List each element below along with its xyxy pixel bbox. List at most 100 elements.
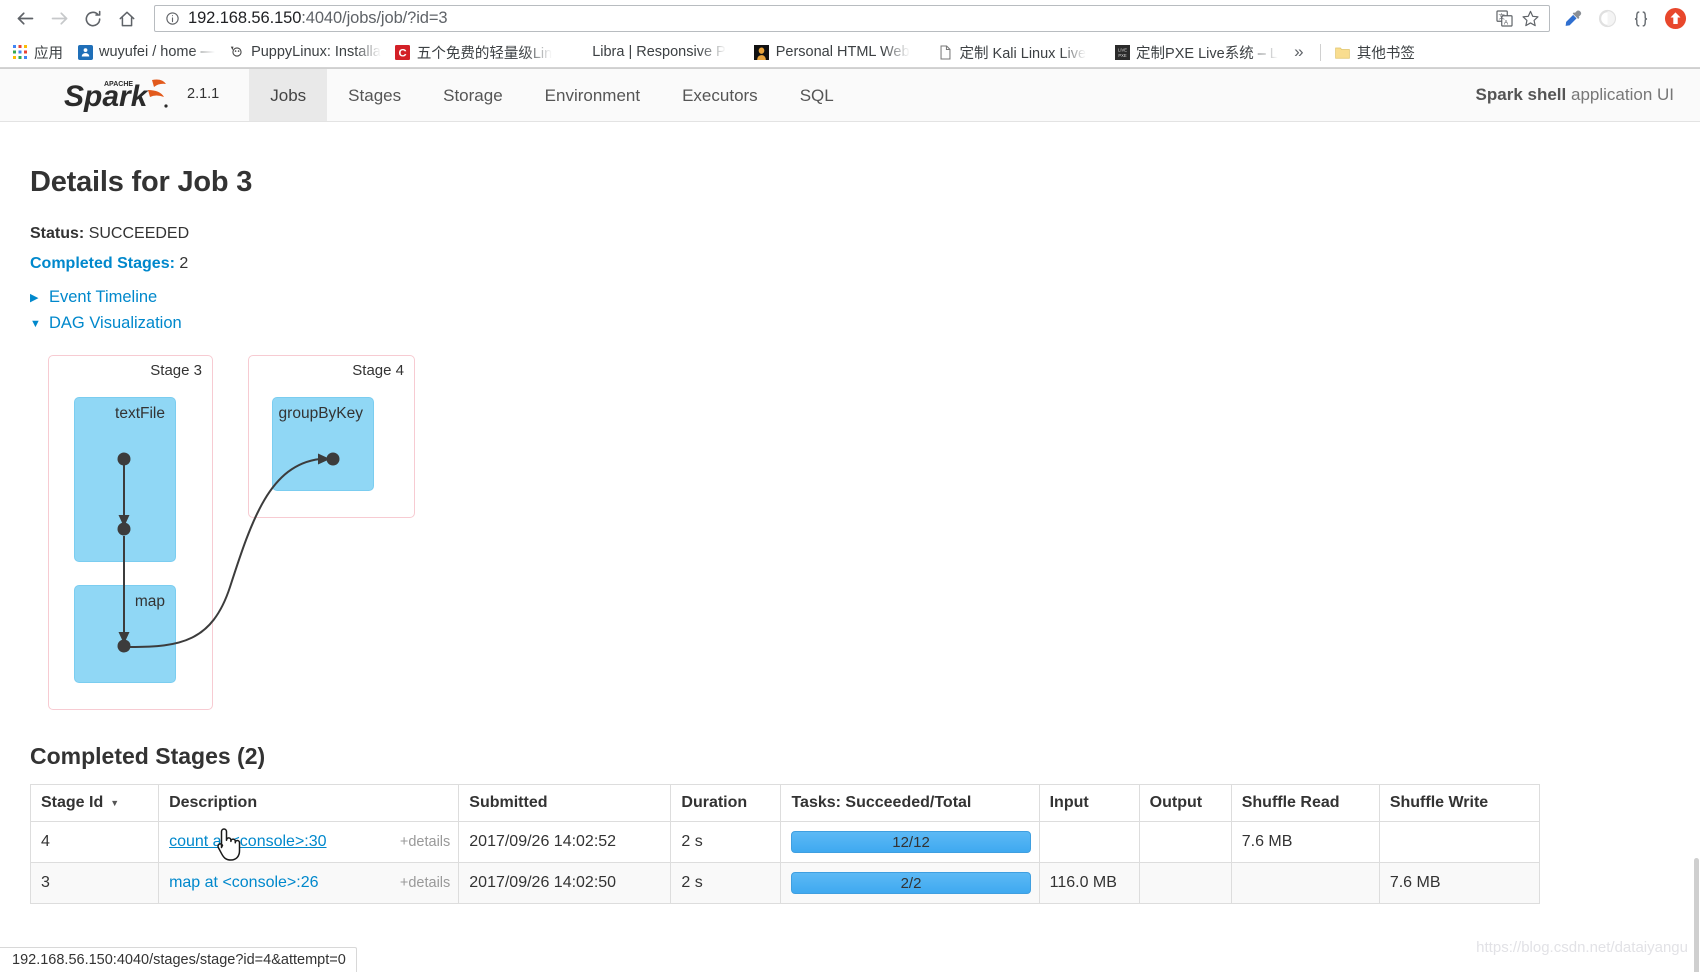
reload-icon[interactable] xyxy=(76,4,110,34)
cell-submitted: 2017/09/26 14:02:52 xyxy=(458,821,672,863)
folder-icon xyxy=(1335,44,1351,60)
bookmark-item[interactable]: C 五个免费的轻量级Lin xyxy=(389,40,558,64)
tab-environment[interactable]: Environment xyxy=(524,69,661,121)
cell-duration: 2 s xyxy=(670,821,782,863)
table-row: 4 count at <console>:30 +details 2017/09… xyxy=(29,821,1541,863)
dag-node-map[interactable]: map xyxy=(74,585,176,683)
column-header-shuffle-read[interactable]: Shuffle Read xyxy=(1230,784,1380,822)
spark-logo: Spark APACHE xyxy=(62,78,180,112)
bookmark-label: 定制 Kali Linux Live xyxy=(959,45,1087,62)
job-status-row: Status: SUCCEEDED xyxy=(30,225,1670,243)
page-info-icon[interactable] xyxy=(163,10,181,28)
spark-logo-wrap[interactable]: Spark APACHE 2.1.1 xyxy=(0,69,219,121)
cell-description: map at <console>:26 +details xyxy=(158,862,460,904)
dag-visualization: Stage 3 textFile map Stage 4 groupByKey xyxy=(30,347,1670,725)
event-timeline-label: Event Timeline xyxy=(49,288,158,306)
column-header-tasks[interactable]: Tasks: Succeeded/Total xyxy=(780,784,1040,822)
tab-executors[interactable]: Executors xyxy=(661,69,779,121)
column-header-stage-id[interactable]: Stage Id ▼ xyxy=(29,784,160,822)
app-title: Spark shell application UI xyxy=(1476,85,1674,105)
details-toggle[interactable]: +details xyxy=(400,875,450,891)
orange-arrow-extension-icon[interactable] xyxy=(1658,4,1692,34)
stage-description-link[interactable]: map at <console>:26 xyxy=(169,874,318,892)
bookmark-label: PuppyLinux: Installa xyxy=(251,44,381,60)
table-header-row: Stage Id ▼ Description Submitted Duration… xyxy=(29,784,1541,822)
scrollbar-thumb[interactable] xyxy=(1694,858,1699,972)
svg-text:LIVE: LIVE xyxy=(1118,47,1127,52)
task-progress-bar: 2/2 xyxy=(791,872,1031,894)
stage-description-link[interactable]: count at <console>:30 xyxy=(169,833,326,851)
page-title: Details for Job 3 xyxy=(30,166,253,198)
translate-icon[interactable]: 文 A xyxy=(1491,7,1517,31)
home-icon[interactable] xyxy=(110,4,144,34)
scrollbar-track[interactable] xyxy=(1693,68,1700,972)
dag-visualization-toggle[interactable]: ▼ DAG Visualization xyxy=(30,314,1670,333)
bookmark-item[interactable]: Libra | Responsive P xyxy=(586,40,732,64)
dag-stage-label: Stage 4 xyxy=(352,362,404,379)
cell-tasks: 2/2 xyxy=(780,862,1040,904)
cell-stage-id: 3 xyxy=(29,862,160,904)
bookmarks-overflow-button[interactable]: » xyxy=(1286,40,1312,64)
column-header-submitted[interactable]: Submitted xyxy=(458,784,672,822)
bookmark-item[interactable]: 定制 Kali Linux Live xyxy=(932,40,1093,64)
event-timeline-toggle[interactable]: ▶ Event Timeline xyxy=(30,288,1670,307)
spark-tabs: Jobs Stages Storage Environment Executor… xyxy=(249,69,854,121)
cell-submitted: 2017/09/26 14:02:50 xyxy=(458,862,672,904)
bookmarks-divider xyxy=(1319,43,1321,61)
svg-text:C: C xyxy=(399,47,407,59)
chevron-down-icon: ▼ xyxy=(30,317,41,330)
column-header-input[interactable]: Input xyxy=(1038,784,1140,822)
sort-caret-icon: ▼ xyxy=(110,797,120,808)
bookmark-apps-label: 应用 xyxy=(34,45,63,62)
chevron-right-icon: ▶ xyxy=(30,292,39,304)
browser-toolbar: 192.168.56.150:4040/jobs/job/?id=3 文 A xyxy=(0,0,1700,37)
dag-stage-label: Stage 3 xyxy=(150,362,202,379)
dag-node-groupbykey[interactable]: groupByKey xyxy=(272,397,374,491)
other-bookmarks-button[interactable]: 其他书签 xyxy=(1329,42,1421,63)
back-arrow-icon[interactable] xyxy=(8,4,42,34)
completed-stages-table: Stage Id ▼ Description Submitted Duration… xyxy=(29,784,1541,904)
eyedropper-extension-icon[interactable] xyxy=(1556,4,1590,34)
column-header-duration[interactable]: Duration xyxy=(670,784,782,822)
bookmark-label: Libra | Responsive P xyxy=(592,44,726,60)
pxe-favicon: LIVE PXE xyxy=(1114,44,1130,60)
bookmark-label: 定制PXE Live系统 – L xyxy=(1136,45,1278,62)
status-bar: 192.168.56.150:4040/stages/stage?id=4&at… xyxy=(0,947,357,972)
braces-extension-icon[interactable] xyxy=(1624,4,1658,34)
bookmark-item[interactable]: wuyufei / home — xyxy=(71,40,221,64)
column-header-output[interactable]: Output xyxy=(1138,784,1232,822)
dag-node-label: groupByKey xyxy=(278,405,363,422)
bookmark-item[interactable]: PuppyLinux: Installa xyxy=(223,40,387,64)
url-path: :4040/jobs/job/?id=3 xyxy=(301,9,448,27)
dag-visualization-label: DAG Visualization xyxy=(49,314,182,332)
details-toggle[interactable]: +details xyxy=(400,834,450,850)
table-head: Stage Id ▼ Description Submitted Duration… xyxy=(29,784,1541,822)
forward-arrow-icon[interactable] xyxy=(42,4,76,34)
cell-input: 116.0 MB xyxy=(1038,862,1140,904)
url-text: 192.168.56.150:4040/jobs/job/?id=3 xyxy=(188,9,1491,28)
dag-node-textfile[interactable]: textFile xyxy=(74,397,176,562)
bookmark-label: wuyufei / home — xyxy=(99,44,216,60)
bookmark-item[interactable]: LIVE PXE 定制PXE Live系统 – L xyxy=(1108,40,1284,64)
cell-duration: 2 s xyxy=(670,862,782,904)
cell-output xyxy=(1138,862,1232,904)
star-icon[interactable] xyxy=(1517,7,1543,31)
extension-icons xyxy=(1556,4,1692,34)
bookmark-apps[interactable]: 应用 xyxy=(6,40,69,64)
completed-stages-label[interactable]: Completed Stages: xyxy=(30,255,175,272)
watermark: https://blog.csdn.net/dataiyangu xyxy=(1476,939,1688,956)
tab-jobs[interactable]: Jobs xyxy=(249,69,328,121)
tab-stages[interactable]: Stages xyxy=(327,69,422,121)
dag-node-label: textFile xyxy=(115,405,165,422)
column-header-label: Stage Id xyxy=(41,794,104,811)
column-header-description[interactable]: Description xyxy=(158,784,460,822)
cell-shuffle-read xyxy=(1230,862,1380,904)
column-header-shuffle-write[interactable]: Shuffle Write xyxy=(1378,784,1541,822)
tab-sql[interactable]: SQL xyxy=(779,69,855,121)
doc-favicon xyxy=(938,44,954,60)
bookmark-item[interactable]: Personal HTML Web xyxy=(748,40,916,64)
tab-storage[interactable]: Storage xyxy=(422,69,524,121)
person-favicon xyxy=(754,44,770,60)
circle-extension-icon[interactable] xyxy=(1590,4,1624,34)
url-bar[interactable]: 192.168.56.150:4040/jobs/job/?id=3 文 A xyxy=(154,5,1550,32)
